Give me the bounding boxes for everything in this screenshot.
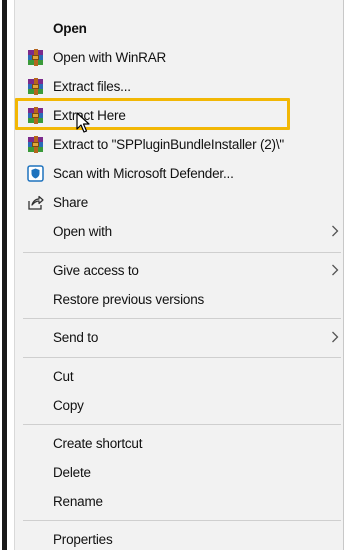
menu-separator [23, 357, 341, 358]
menu-item-give-access-to[interactable]: Give access to [15, 256, 345, 285]
menu-item-open-with-winrar[interactable]: Open with WinRAR [15, 43, 345, 72]
chevron-right-icon [332, 331, 339, 343]
menu-item-label: Scan with Microsoft Defender... [53, 166, 234, 181]
menu-item-label: Delete [53, 465, 91, 480]
share-icon [28, 195, 44, 210]
menu-item-extract-files[interactable]: Extract files... [15, 72, 345, 101]
winrar-icon [27, 136, 44, 153]
menu-item-rename[interactable]: Rename [15, 487, 345, 516]
menu-item-cut[interactable]: Cut [15, 362, 345, 391]
chevron-right-icon [332, 225, 339, 237]
menu-item-delete[interactable]: Delete [15, 458, 345, 487]
menu-item-label: Properties [53, 532, 113, 547]
menu-separator [23, 252, 341, 253]
defender-icon [27, 165, 44, 182]
menu-item-label: Rename [53, 494, 103, 509]
menu-item-label: Cut [53, 369, 74, 384]
menu-item-label: Open with [53, 224, 112, 239]
menu-item-open[interactable]: Open [15, 14, 345, 43]
menu-item-label: Send to [53, 330, 99, 345]
menu-item-label: Share [53, 195, 89, 210]
winrar-icon [27, 78, 44, 95]
menu-item-create-shortcut[interactable]: Create shortcut [15, 429, 345, 458]
menu-item-restore-previous-versions[interactable]: Restore previous versions [15, 285, 345, 314]
highlight-box [15, 98, 290, 130]
menu-item-label: Extract to "SPPluginBundleInstaller (2)\… [53, 137, 284, 152]
menu-separator [23, 318, 341, 319]
winrar-icon [27, 49, 44, 66]
menu-item-label: Open with WinRAR [53, 50, 167, 65]
menu-item-label: Extract files... [53, 79, 131, 94]
menu-item-send-to[interactable]: Send to [15, 323, 345, 352]
menu-item-label: Create shortcut [53, 436, 143, 451]
menu-item-label: Copy [53, 398, 84, 413]
menu-item-copy[interactable]: Copy [15, 391, 345, 420]
context-menu: Open Open with WinRAR Extract files... E… [14, 0, 344, 550]
menu-separator [23, 424, 341, 425]
menu-item-label: Open [53, 21, 87, 36]
menu-item-label: Give access to [53, 263, 139, 278]
menu-item-share[interactable]: Share [15, 188, 345, 217]
menu-item-label: Restore previous versions [53, 292, 205, 307]
menu-item-open-with[interactable]: Open with [15, 217, 345, 246]
menu-item-scan-defender[interactable]: Scan with Microsoft Defender... [15, 159, 345, 188]
menu-item-extract-to[interactable]: Extract to "SPPluginBundleInstaller (2)\… [15, 130, 345, 159]
menu-separator [23, 520, 341, 521]
background-window-edge [0, 0, 14, 550]
chevron-right-icon [332, 264, 339, 276]
mouse-cursor-icon [76, 112, 90, 133]
